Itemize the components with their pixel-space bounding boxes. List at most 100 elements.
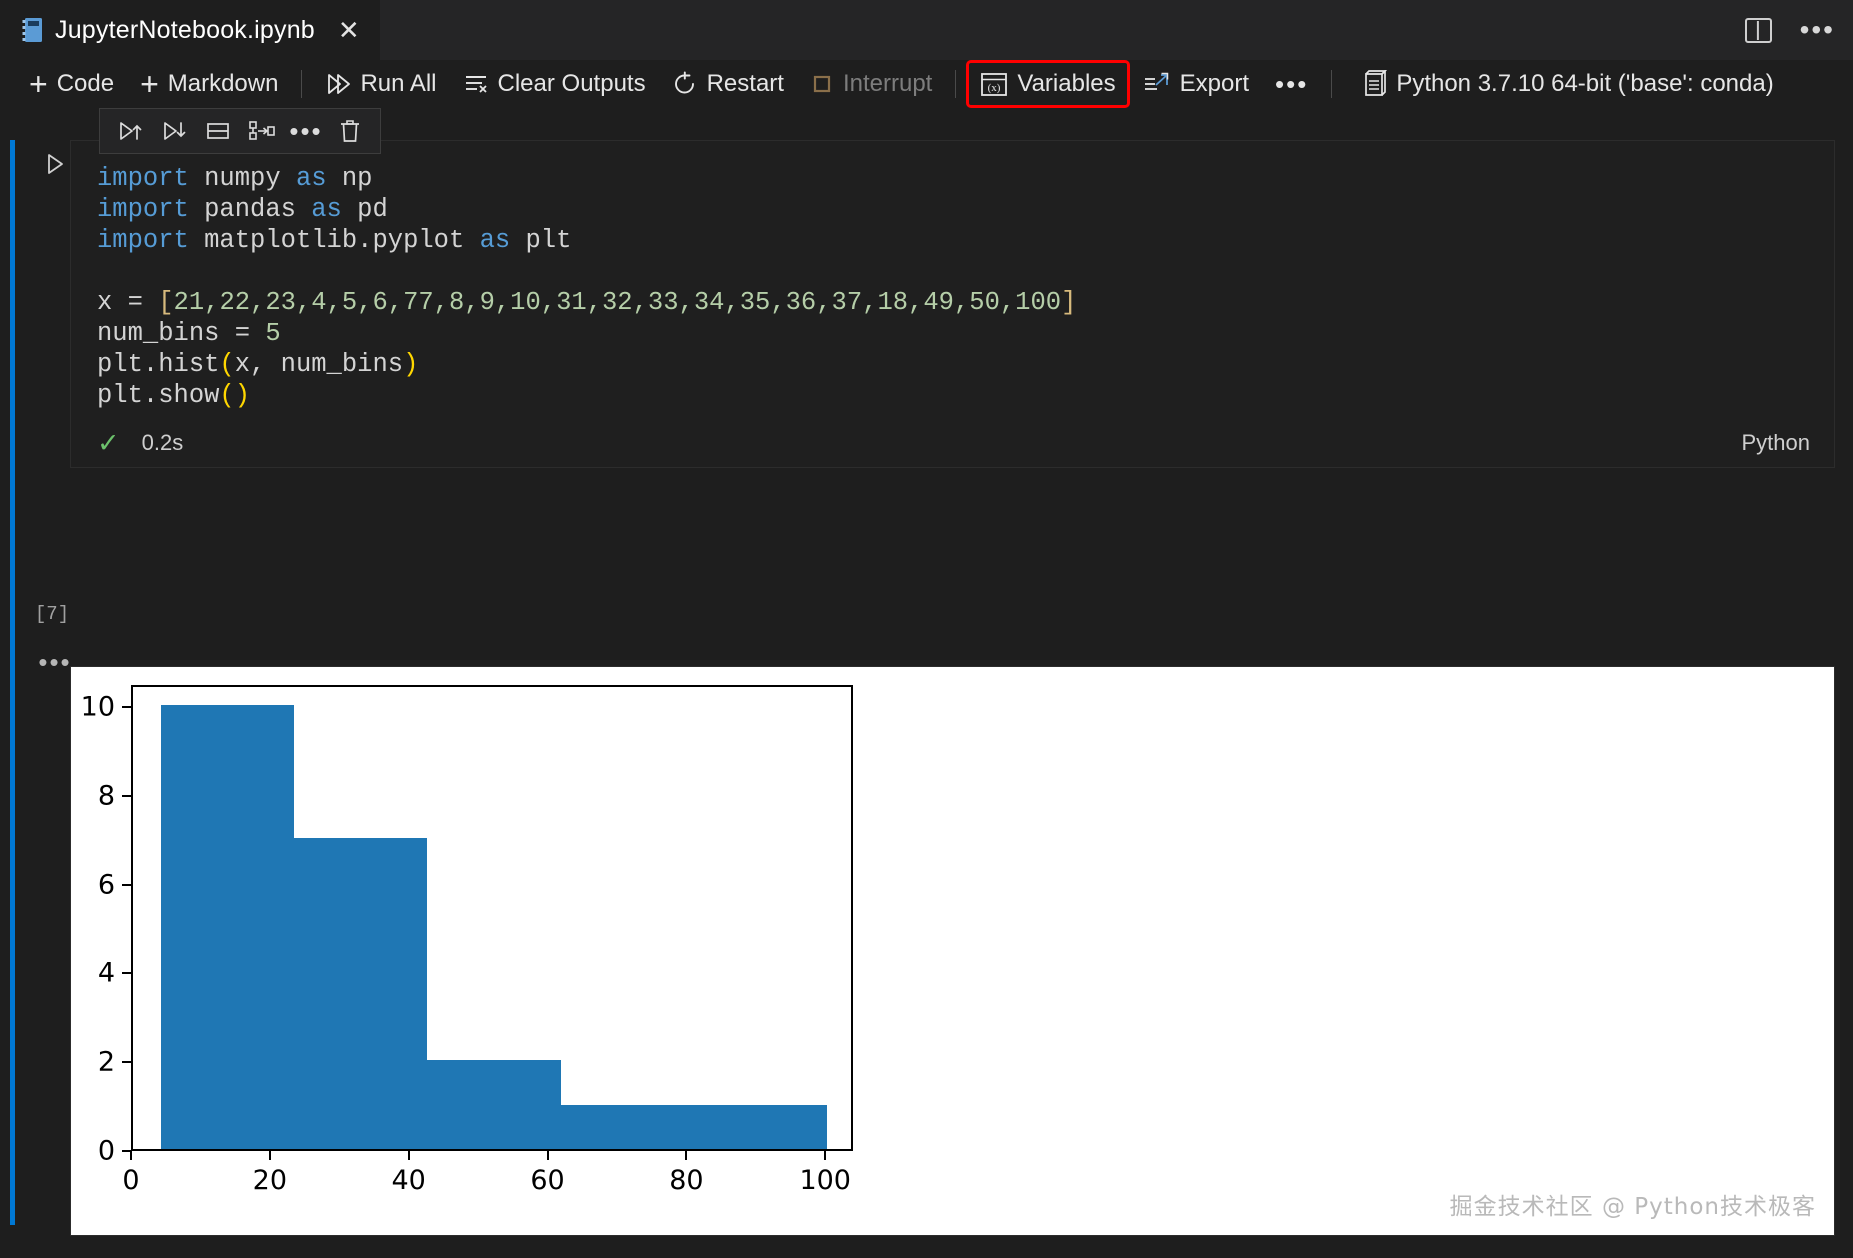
watermark-text: 掘金技术社区 @ Python技术极客: [1450, 1187, 1816, 1221]
split-cell-icon[interactable]: [196, 109, 240, 153]
y-tick-label: 10: [70, 692, 115, 723]
restart-icon: [672, 71, 698, 97]
editor-actions: •••: [1745, 0, 1835, 60]
x-tick-label: 80: [669, 1165, 703, 1196]
code-hist-args: x, num_bins: [235, 350, 403, 379]
clear-outputs-button[interactable]: Clear Outputs: [450, 64, 659, 104]
plot-axes-frame: [131, 685, 853, 1151]
split-editor-icon[interactable]: [1745, 18, 1772, 43]
execution-duration[interactable]: 0.2s: [142, 430, 184, 456]
y-tick-label: 0: [70, 1136, 115, 1167]
server-icon: [1361, 70, 1387, 98]
toolbar-divider: [301, 70, 302, 98]
plus-icon: +: [140, 68, 159, 100]
code-module: pandas: [189, 195, 311, 224]
add-markdown-cell-button[interactable]: + Markdown: [127, 64, 291, 104]
x-tick-mark: [269, 1151, 271, 1160]
editor-tab-jupyternotebook[interactable]: JupyterNotebook.ipynb ✕: [0, 0, 380, 60]
cell-status-row: ✓ 0.2s Python: [71, 419, 1834, 467]
code-module: numpy: [189, 164, 296, 193]
run-all-button[interactable]: Run All: [312, 64, 449, 104]
toolbar-more-button[interactable]: •••: [1262, 64, 1321, 104]
execution-count: [7]: [22, 603, 82, 625]
kernel-label: Python 3.7.10 64-bit ('base': conda): [1396, 70, 1773, 98]
run-above-icon[interactable]: [108, 109, 152, 153]
x-tick-label: 40: [392, 1165, 426, 1196]
y-tick-mark: [122, 884, 131, 886]
code-call-show: plt.show: [97, 381, 219, 410]
x-tick-mark: [408, 1151, 410, 1160]
code-alias: plt: [510, 226, 571, 255]
histogram-bar: [694, 1105, 827, 1149]
toolbar-divider: [955, 70, 956, 98]
variables-button[interactable]: (x) Variables: [966, 60, 1129, 108]
cell-focus-indicator: [10, 140, 15, 1225]
y-tick-mark: [122, 795, 131, 797]
x-tick-label: 20: [253, 1165, 287, 1196]
code-keyword: import: [97, 195, 189, 224]
variables-icon: (x): [980, 72, 1008, 97]
export-icon: [1143, 71, 1171, 97]
export-button[interactable]: Export: [1130, 64, 1262, 104]
notebook-toolbar: + Code + Markdown Run All: [0, 60, 1853, 108]
x-tick-mark: [685, 1151, 687, 1160]
histogram-bar: [294, 838, 427, 1149]
code-bracket-open: [: [158, 288, 173, 317]
x-tick-mark: [130, 1151, 132, 1160]
run-below-icon[interactable]: [152, 109, 196, 153]
code-content: import numpy as np import pandas as pd i…: [71, 163, 1834, 411]
y-tick-label: 6: [70, 869, 115, 900]
code-keyword: import: [97, 164, 189, 193]
code-variable-numbins: num_bins =: [97, 319, 265, 348]
export-label: Export: [1180, 70, 1249, 98]
notebook-icon: [22, 17, 44, 43]
run-all-icon: [325, 71, 351, 97]
cell-output-area: 0246810020406080100 掘金技术社区 @ Python技术极客: [70, 666, 1835, 1236]
histogram-bar: [561, 1105, 694, 1149]
histogram-bar: [161, 705, 294, 1149]
notebook-body: [7] •••: [0, 108, 1853, 1258]
code-keyword: import: [97, 226, 189, 255]
y-tick-mark: [122, 1061, 131, 1063]
code-alias: np: [327, 164, 373, 193]
add-code-cell-button[interactable]: + Code: [16, 64, 127, 104]
histogram-bar: [427, 1060, 560, 1149]
code-cell-editor[interactable]: import numpy as np import pandas as pd i…: [70, 140, 1835, 468]
y-tick-label: 2: [70, 1047, 115, 1078]
change-cell-type-icon[interactable]: [240, 109, 284, 153]
plus-icon: +: [29, 68, 48, 100]
more-icon: •••: [1275, 79, 1308, 89]
interrupt-button: Interrupt: [797, 64, 945, 104]
add-code-cell-label: Code: [57, 70, 114, 98]
x-tick-label: 0: [122, 1165, 139, 1196]
more-actions-icon[interactable]: •••: [1800, 25, 1835, 35]
x-tick-mark: [824, 1151, 826, 1160]
add-markdown-cell-label: Markdown: [168, 70, 279, 98]
success-check-icon: ✓: [97, 430, 120, 457]
kernel-selector-button[interactable]: Python 3.7.10 64-bit ('base': conda): [1348, 64, 1786, 104]
restart-label: Restart: [707, 70, 784, 98]
code-keyword-as: as: [480, 226, 511, 255]
y-tick-label: 8: [70, 780, 115, 811]
code-keyword-as: as: [311, 195, 342, 224]
x-tick-mark: [547, 1151, 549, 1160]
code-paren-open: (: [219, 381, 234, 410]
interrupt-icon: [810, 72, 834, 96]
run-all-label: Run All: [360, 70, 436, 98]
delete-icon[interactable]: [328, 109, 372, 153]
toolbar-divider: [1331, 70, 1332, 98]
editor-tab-bar: JupyterNotebook.ipynb ✕ •••: [0, 0, 1853, 60]
cell-hover-toolbar: •••: [99, 108, 381, 154]
close-icon[interactable]: ✕: [338, 17, 360, 43]
code-array-values: 21,22,23,4,5,6,77,8,9,10,31,32,33,34,35,…: [174, 288, 1062, 317]
x-tick-label: 100: [799, 1165, 851, 1196]
cell-more-icon[interactable]: •••: [284, 109, 328, 153]
restart-kernel-button[interactable]: Restart: [659, 64, 797, 104]
code-alias: pd: [342, 195, 388, 224]
variables-label: Variables: [1017, 70, 1115, 98]
code-call-hist: plt.hist: [97, 350, 219, 379]
editor-tab-label: JupyterNotebook.ipynb: [55, 16, 315, 45]
vscode-notebook-window: JupyterNotebook.ipynb ✕ ••• + Code + Mar…: [0, 0, 1853, 1258]
cell-language-label[interactable]: Python: [1742, 430, 1811, 456]
code-numbins-value: 5: [265, 319, 280, 348]
